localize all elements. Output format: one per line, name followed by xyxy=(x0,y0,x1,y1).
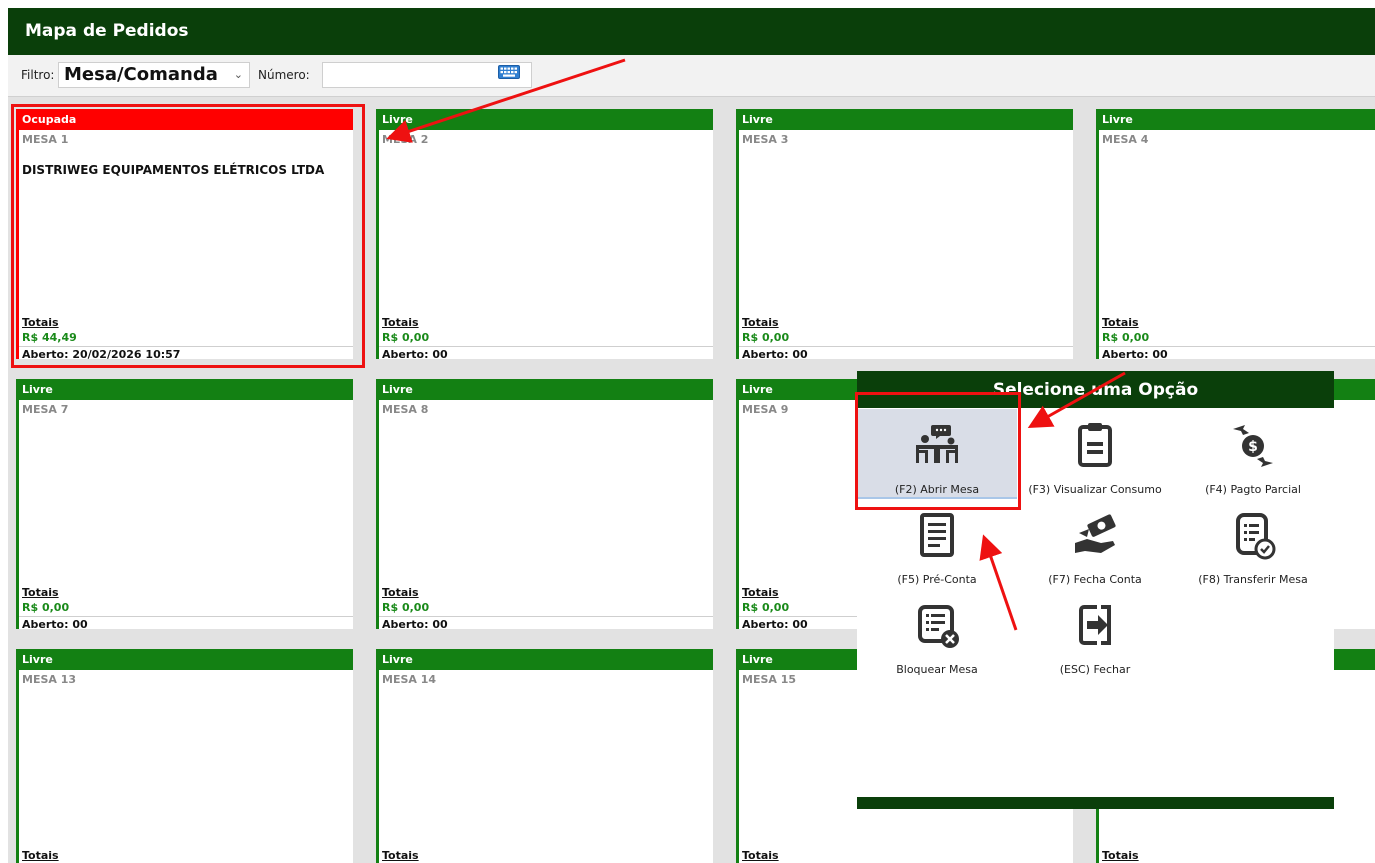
keyboard-icon[interactable] xyxy=(498,65,520,79)
option-label: (F7) Fecha Conta xyxy=(1048,573,1142,586)
totals-label: Totais xyxy=(22,849,59,862)
totals-label: Totais xyxy=(382,849,419,862)
opened-at: Aberto: 00 xyxy=(22,618,88,631)
svg-text:$: $ xyxy=(1248,439,1258,455)
status-badge: Livre xyxy=(379,379,713,400)
opened-at: Aberto: 00 xyxy=(382,348,448,361)
table-card-mesa-14[interactable]: Livre MESA 14 Totais xyxy=(376,649,713,863)
totals-label: Totais xyxy=(1102,849,1139,862)
option-bloquear-mesa[interactable]: Bloquear Mesa xyxy=(857,593,1017,683)
divider xyxy=(739,346,1073,347)
table-card-mesa-2[interactable]: Livre MESA 2 Totais R$ 0,00 Aberto: 00 xyxy=(376,109,713,361)
option-label: (F3) Visualizar Consumo xyxy=(1028,483,1162,496)
list-block-icon xyxy=(918,605,959,648)
page-title: Mapa de Pedidos xyxy=(8,8,1375,55)
table-name: MESA 2 xyxy=(382,133,429,146)
option-label: (F4) Pagto Parcial xyxy=(1205,483,1301,496)
option-visualizar-consumo[interactable]: (F3) Visualizar Consumo xyxy=(1015,409,1175,499)
page: Mapa de Pedidos Filtro: Mesa/Comanda ⌄ N… xyxy=(0,0,1375,863)
status-badge: Livre xyxy=(739,109,1073,130)
clipboard-icon xyxy=(1078,423,1112,467)
table-card-mesa-13[interactable]: Livre MESA 13 Totais xyxy=(16,649,353,863)
totals-label: Totais xyxy=(742,586,779,599)
option-pagto-parcial[interactable]: $ (F4) Pagto Parcial xyxy=(1173,409,1333,499)
totals-value: R$ 0,00 xyxy=(382,331,430,344)
highlight-box xyxy=(855,392,1021,510)
table-card-mesa-7[interactable]: Livre MESA 7 Totais R$ 0,00 Aberto: 00 xyxy=(16,379,353,631)
totals-label: Totais xyxy=(382,586,419,599)
totals-value: R$ 0,00 xyxy=(1102,331,1150,344)
table-card-mesa-3[interactable]: Livre MESA 3 Totais R$ 0,00 Aberto: 00 xyxy=(736,109,1073,361)
option-fecha-conta[interactable]: (F7) Fecha Conta xyxy=(1015,501,1175,591)
dialog-footer xyxy=(857,797,1334,809)
status-badge: Livre xyxy=(19,379,353,400)
opened-at: Aberto: 00 xyxy=(382,618,448,631)
status-badge: Livre xyxy=(379,649,713,670)
option-label: (F8) Transferir Mesa xyxy=(1198,573,1308,586)
totals-value: R$ 0,00 xyxy=(742,331,790,344)
option-transferir-mesa[interactable]: (F8) Transferir Mesa xyxy=(1173,501,1333,591)
divider xyxy=(379,346,713,347)
totals-value: R$ 0,00 xyxy=(22,601,70,614)
table-name: MESA 13 xyxy=(22,673,77,686)
document-check-icon xyxy=(1236,513,1276,560)
opened-at: Aberto: 00 xyxy=(742,618,808,631)
table-name: MESA 7 xyxy=(22,403,69,416)
option-label: (F5) Pré-Conta xyxy=(897,573,977,586)
exit-icon xyxy=(1079,605,1111,645)
totals-label: Totais xyxy=(22,586,59,599)
money-exchange-icon: $ xyxy=(1233,425,1273,467)
table-name: MESA 15 xyxy=(742,673,797,686)
numero-label: Número: xyxy=(258,68,310,82)
filtro-select-value: Mesa/Comanda xyxy=(64,64,218,85)
totals-value: R$ 0,00 xyxy=(742,601,790,614)
totals-label: Totais xyxy=(382,316,419,329)
totals-label: Totais xyxy=(742,849,779,862)
table-name: MESA 14 xyxy=(382,673,437,686)
table-name: MESA 9 xyxy=(742,403,789,416)
document-icon xyxy=(920,513,954,557)
table-name: MESA 4 xyxy=(1102,133,1149,146)
opened-at: Aberto: 00 xyxy=(742,348,808,361)
hand-money-icon xyxy=(1075,514,1116,553)
highlight-box xyxy=(11,104,365,368)
table-name: MESA 8 xyxy=(382,403,429,416)
opened-at: Aberto: 00 xyxy=(1102,348,1168,361)
option-fechar[interactable]: (ESC) Fechar xyxy=(1015,593,1175,683)
status-badge: Livre xyxy=(19,649,353,670)
table-card-mesa-8[interactable]: Livre MESA 8 Totais R$ 0,00 Aberto: 00 xyxy=(376,379,713,631)
option-label: (ESC) Fechar xyxy=(1059,663,1131,676)
filtro-label: Filtro: xyxy=(21,68,55,82)
divider xyxy=(19,616,353,617)
divider xyxy=(379,616,713,617)
option-pre-conta[interactable]: (F5) Pré-Conta xyxy=(857,501,1017,591)
divider xyxy=(1099,346,1375,347)
totals-label: Totais xyxy=(742,316,779,329)
totals-value: R$ 0,00 xyxy=(382,601,430,614)
status-badge: Livre xyxy=(379,109,713,130)
option-label: Bloquear Mesa xyxy=(896,663,978,676)
status-badge: Livre xyxy=(1099,109,1375,130)
filtro-select[interactable]: Mesa/Comanda ⌄ xyxy=(58,62,250,88)
table-name: MESA 3 xyxy=(742,133,789,146)
chevron-down-icon: ⌄ xyxy=(233,68,243,81)
filter-bar: Filtro: Mesa/Comanda ⌄ Número: xyxy=(8,55,1375,97)
table-card-mesa-4[interactable]: Livre MESA 4 Totais R$ 0,00 Aberto: 00 xyxy=(1096,109,1375,361)
totals-label: Totais xyxy=(1102,316,1139,329)
